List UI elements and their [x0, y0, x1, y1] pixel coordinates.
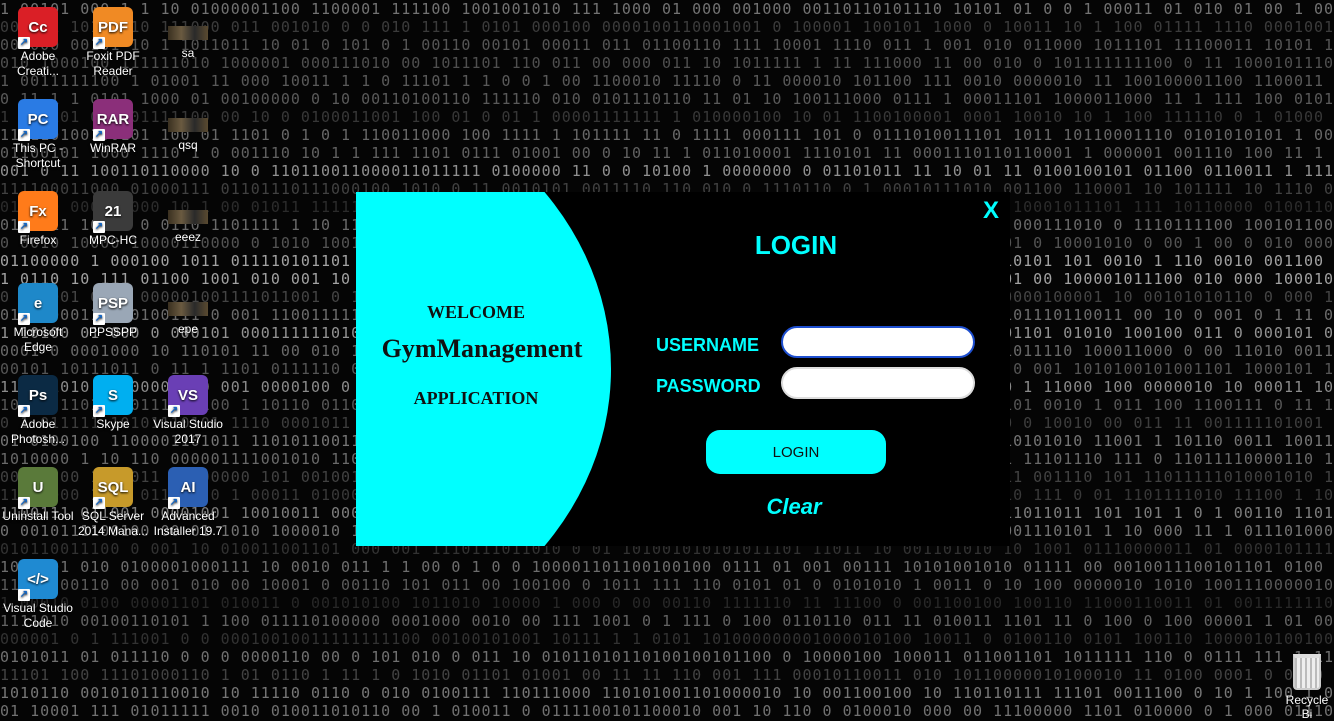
video-file-icon	[168, 302, 208, 316]
desktop-shortcut[interactable]: RAR ↗ WinRAR	[75, 96, 151, 156]
this-pc-icon: PC ↗	[18, 99, 58, 141]
desktop-shortcut[interactable]: AI ↗ Advanced Installer 19.7	[150, 464, 226, 539]
binary-pattern-row: 01 10001 111 01011111 0010 010011010110 …	[0, 702, 1334, 716]
welcome-panel: WELCOME GymManagement APPLICATION	[356, 192, 612, 546]
desktop-shortcut-label: Uninstall Tool	[2, 509, 74, 523]
foxit-pdf-icon: PDF ↗	[93, 7, 133, 49]
binary-pattern-row: 10 0101 010 0100001000111 10 0010 011 1 …	[0, 558, 1334, 576]
desktop-shortcut-label: epe	[177, 322, 199, 336]
desktop-shortcut-label: Microsoft Edge	[13, 325, 63, 354]
desktop-shortcut-label: Firefox	[19, 233, 57, 247]
recycle-bin-icon	[1293, 654, 1321, 690]
skype-icon: S ↗	[93, 375, 133, 417]
shortcut-arrow-icon: ↗	[93, 129, 105, 141]
recycle-bin-label: Recycle Bi	[1285, 693, 1329, 721]
adobe-creative-cloud-icon: Cc ↗	[18, 7, 58, 49]
shortcut-arrow-icon: ↗	[18, 313, 30, 325]
binary-pattern-row: 1 00010 0100 00001101 010011 0 001010100…	[0, 594, 1334, 612]
shortcut-arrow-icon: ↗	[93, 37, 105, 49]
desktop-shortcut[interactable]: PDF ↗ Foxit PDF Reader	[75, 4, 151, 79]
shortcut-arrow-icon: ↗	[168, 497, 180, 509]
desktop-shortcut[interactable]: e ↗ Microsoft Edge	[0, 280, 76, 355]
desktop-shortcut-label: sa	[181, 46, 195, 60]
sql-server-icon: SQL ↗	[93, 467, 133, 509]
desktop-shortcut[interactable]: PSP ↗ PPSSPP	[75, 280, 151, 340]
binary-pattern-row: 0101011 01 011110 0 0 0 0000110 00 0 101…	[0, 648, 1334, 666]
binary-pattern-row: 1111010 00100110101 1 100 011110100000 0…	[0, 612, 1334, 630]
photoshop-icon: Ps ↗	[18, 375, 58, 417]
desktop-shortcut[interactable]: </> ↗ Visual Studio Code	[0, 556, 76, 631]
desktop-shortcut-label: SQL Server 2014 Mana...	[77, 509, 149, 538]
video-file-icon	[168, 118, 208, 132]
firefox-icon: Fx ↗	[18, 191, 58, 233]
login-title: LOGIN	[754, 230, 838, 260]
shortcut-arrow-icon: ↗	[18, 37, 30, 49]
shortcut-arrow-icon: ↗	[18, 129, 30, 141]
edge-icon: e ↗	[18, 283, 58, 325]
desktop-shortcut[interactable]: Ps ↗ Adobe Photosh...	[0, 372, 76, 447]
mpc-hc-icon: 21 ↗	[93, 191, 133, 233]
binary-pattern-row: 11101 100 11101000110 1 01 0110 1 11 1 0…	[0, 666, 1334, 684]
shortcut-arrow-icon: ↗	[18, 497, 30, 509]
uninstall-tool-icon: U ↗	[18, 467, 58, 509]
shortcut-arrow-icon: ↗	[18, 589, 30, 601]
desktop-shortcut[interactable]: sa	[150, 4, 226, 61]
desktop-shortcut[interactable]: Cc ↗ Adobe Creati...	[0, 4, 76, 79]
desktop-shortcut-label: WinRAR	[89, 141, 136, 155]
desktop-shortcut-label: MPC-HC	[89, 233, 137, 247]
shortcut-arrow-icon: ↗	[93, 497, 105, 509]
recycle-bin-shortcut[interactable]: Recycle Bi	[1280, 650, 1334, 721]
desktop-shortcut[interactable]: PC ↗ This PC - Shortcut	[0, 96, 76, 171]
binary-pattern-row: 111 1 00110 00 001 010 00 10001 0 00110 …	[0, 576, 1334, 594]
visual-studio-icon: VS ↗	[168, 375, 208, 417]
binary-pattern-row: 1 0011111100 1 01001 11 000 10011 1 1 0 …	[0, 72, 1334, 90]
desktop-shortcut[interactable]: epe	[150, 280, 226, 337]
desktop-shortcut[interactable]: Fx ↗ Firefox	[0, 188, 76, 248]
desktop-shortcut-label: Advanced Installer 19.7	[153, 509, 223, 538]
binary-pattern-row: 000001 0 1 111001 0 0 000100100111111111…	[0, 630, 1334, 648]
login-button[interactable]: LOGIN	[706, 430, 886, 474]
welcome-line3: APPLICATION	[413, 388, 539, 408]
advanced-installer-icon: AI ↗	[168, 467, 208, 509]
video-file-icon	[168, 210, 208, 224]
desktop-shortcut[interactable]: qsq	[150, 96, 226, 153]
login-window: WELCOME GymManagement APPLICATION X LOGI…	[356, 192, 1010, 546]
desktop-shortcut-label: Adobe Photosh...	[10, 417, 66, 446]
desktop-shortcut-label: Visual Studio Code	[3, 601, 73, 630]
clear-link[interactable]: Clear	[744, 494, 844, 520]
desktop-shortcut-label: Visual Studio 2017	[153, 417, 223, 446]
video-file-icon	[168, 26, 208, 40]
vscode-icon: </> ↗	[18, 559, 58, 601]
password-input[interactable]	[781, 367, 975, 399]
desktop-shortcut[interactable]: SQL ↗ SQL Server 2014 Mana...	[75, 464, 151, 539]
desktop-shortcut-label: Adobe Creati...	[16, 49, 59, 78]
desktop-shortcut[interactable]: 21 ↗ MPC-HC	[75, 188, 151, 248]
desktop-shortcut-label: This PC - Shortcut	[12, 141, 63, 170]
shortcut-arrow-icon: ↗	[18, 405, 30, 417]
binary-pattern-row: 001 0 11 100110110000 10 0 1101100110000…	[0, 162, 1334, 180]
desktop-shortcut[interactable]: U ↗ Uninstall Tool	[0, 464, 76, 524]
winrar-icon: RAR ↗	[93, 99, 133, 141]
ppsspp-icon: PSP ↗	[93, 283, 133, 325]
desktop-shortcut[interactable]: S ↗ Skype	[75, 372, 151, 432]
close-button[interactable]: X	[980, 196, 1002, 226]
desktop-shortcut[interactable]: eeez	[150, 188, 226, 245]
welcome-line1: WELCOME	[426, 302, 525, 322]
shortcut-arrow-icon: ↗	[93, 405, 105, 417]
desktop-shortcut-label: Skype	[96, 417, 130, 431]
welcome-app-name: GymManagement	[381, 334, 583, 363]
binary-pattern-row: 1010110 0010101110010 10 11110 0110 0 01…	[0, 684, 1334, 702]
username-label: USERNAME	[656, 335, 760, 355]
desktop-shortcut[interactable]: VS ↗ Visual Studio 2017	[150, 372, 226, 447]
password-label: PASSWORD	[656, 376, 761, 396]
shortcut-arrow-icon: ↗	[168, 405, 180, 417]
shortcut-arrow-icon: ↗	[93, 313, 105, 325]
desktop-shortcut-label: eeez	[174, 230, 202, 244]
shortcut-arrow-icon: ↗	[18, 221, 30, 233]
desktop-shortcut-label: qsq	[178, 138, 198, 152]
desktop-shortcut-label: Foxit PDF Reader	[86, 49, 140, 78]
desktop-shortcut-label: PPSSPP	[88, 325, 138, 339]
username-input[interactable]	[781, 326, 975, 358]
shortcut-arrow-icon: ↗	[93, 221, 105, 233]
